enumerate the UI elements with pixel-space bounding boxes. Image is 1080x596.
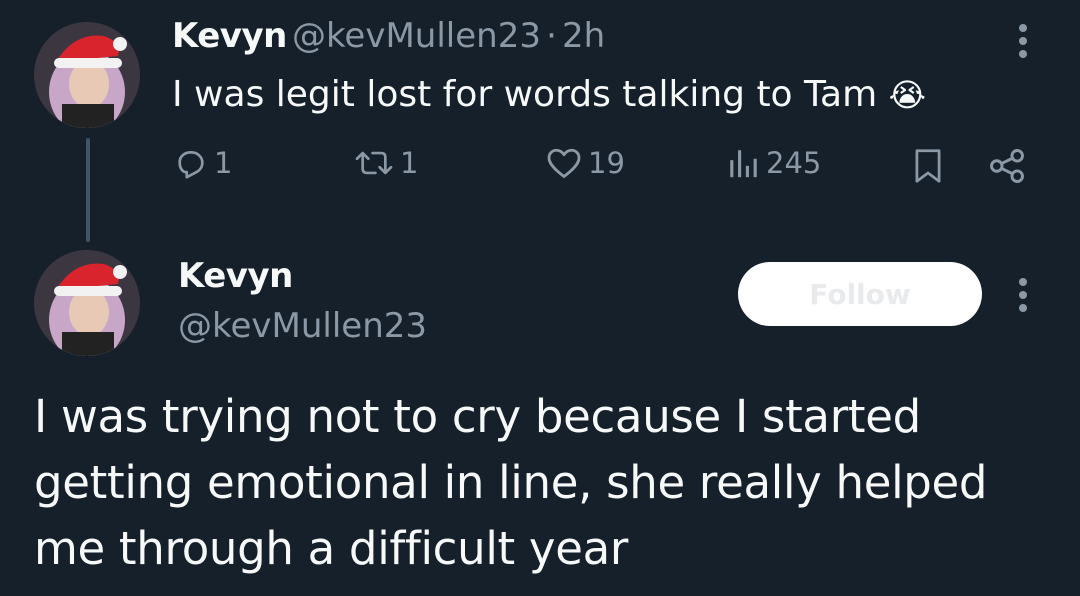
tweet-text-content: I was legit lost for words talking to Ta… (172, 74, 878, 115)
follow-button[interactable]: Follow (738, 262, 982, 326)
avatar-image (34, 250, 140, 356)
retweet-count: 1 (400, 146, 419, 180)
avatar[interactable] (34, 250, 140, 356)
reply-count: 1 (214, 146, 233, 180)
views-button[interactable]: 245 (726, 146, 821, 180)
crying-emoji-icon: 😭 (888, 76, 927, 114)
author-handle[interactable]: @kevMullen23 (292, 16, 541, 56)
tweet-time[interactable]: 2h (562, 16, 605, 56)
share-icon[interactable] (988, 148, 1026, 188)
thread-line (86, 138, 90, 242)
heart-icon (547, 148, 581, 178)
bookmark-icon[interactable] (912, 148, 944, 188)
retweet-button[interactable]: 1 (354, 146, 418, 180)
retweet-icon (355, 151, 393, 175)
reply-icon (178, 151, 204, 179)
like-button[interactable]: 19 (546, 146, 625, 180)
views-count: 245 (766, 146, 822, 180)
like-count: 19 (588, 146, 625, 180)
tweet-text: I was trying not to cry because I starte… (34, 390, 988, 575)
more-options-icon[interactable] (1012, 22, 1034, 62)
reply-button[interactable]: 1 (174, 146, 232, 180)
avatar[interactable] (34, 22, 140, 128)
author-handle[interactable]: @kevMullen23 (178, 306, 427, 346)
tweet-text: I was legit lost for words talking to Ta… (172, 72, 926, 118)
author-name[interactable]: Kevyn (178, 256, 293, 296)
more-options-icon[interactable] (1012, 276, 1034, 316)
tweet-header: Kevyn @kevMullen23 · 2h (172, 16, 605, 56)
separator: · (546, 16, 557, 56)
author-name[interactable]: Kevyn (172, 16, 287, 56)
views-chart-icon (730, 150, 757, 178)
avatar-image (34, 22, 140, 128)
